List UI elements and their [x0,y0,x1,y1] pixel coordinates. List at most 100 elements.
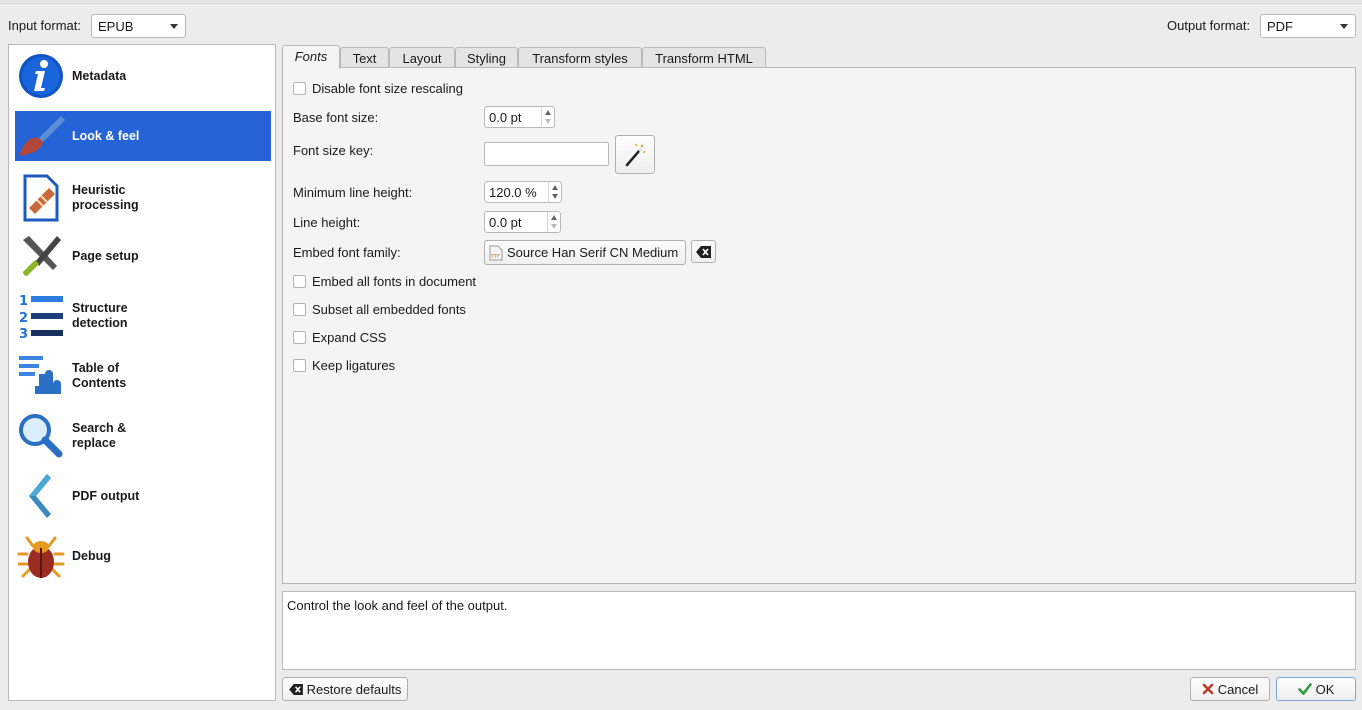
output-format-value: PDF [1267,19,1293,34]
checkmark-icon [1297,683,1312,695]
output-format-select[interactable]: PDF [1260,14,1356,38]
spinbox-arrows[interactable] [550,184,559,200]
sidebar-item-pdf-output[interactable]: PDF output [15,471,271,521]
input-format-label: Input format: [8,18,81,33]
numbered-list-icon: 1 23 [15,291,67,341]
arrow-down-icon[interactable] [552,194,558,199]
restore-defaults-label: Restore defaults [306,681,402,697]
svg-text:2: 2 [19,311,28,326]
heuristic-doc-icon [15,173,67,223]
tab-transform-styles[interactable]: Transform styles [518,47,642,68]
spinbox-value: 0.0 pt [489,215,522,230]
output-format-label: Output format: [1167,18,1251,33]
sidebar: Metadata Look & feel Heuristic processin… [8,44,276,701]
checkbox-box[interactable] [293,82,306,95]
checkbox-box[interactable] [293,303,306,316]
magic-wand-icon [625,143,645,166]
disable-font-rescaling-checkbox[interactable]: Disable font size rescaling [293,81,463,96]
keep-ligatures-checkbox[interactable]: Keep ligatures [293,358,395,373]
clear-icon [288,683,303,695]
sidebar-item-label: Metadata [72,68,127,83]
input-format-value: EPUB [98,19,134,34]
checkbox-box[interactable] [293,275,306,288]
sidebar-item-label: Debug [72,548,111,563]
window-top-border [0,0,1362,4]
tab-styling[interactable]: Styling [455,47,518,68]
checkbox-label: Expand CSS [312,330,387,345]
font-size-key-label: Font size key: [293,143,374,158]
sidebar-item-table-of-contents[interactable]: Table of Contents [15,351,271,401]
sidebar-item-heuristic-processing[interactable]: Heuristic processing [15,173,271,223]
minimum-line-height-spinbox[interactable]: 120.0 % [484,181,562,203]
sidebar-item-label: Heuristic processing [72,183,139,212]
embed-font-family-value: Source Han Serif CN Medium [507,245,679,260]
font-size-wizard-button[interactable] [615,135,655,174]
checkbox-label: Embed all fonts in document [312,274,477,289]
embed-font-family-label: Embed font family: [293,245,401,260]
sidebar-item-label: PDF output [72,488,140,503]
ok-button[interactable]: OK [1276,677,1356,701]
checkbox-box[interactable] [293,331,306,344]
sidebar-item-page-setup[interactable]: Page setup [15,231,271,281]
font-size-key-input[interactable] [484,142,609,166]
expand-css-checkbox[interactable]: Expand CSS [293,330,386,345]
subset-embedded-fonts-checkbox[interactable]: Subset all embedded fonts [293,302,466,317]
toc-pointer-icon [15,351,67,401]
checkbox-label: Keep ligatures [312,358,396,373]
sidebar-item-structure-detection[interactable]: 1 23 Structure detection [15,291,271,341]
sidebar-item-label: Structure detection [72,301,128,330]
spinbox-arrows[interactable] [549,214,558,230]
arrow-down-icon[interactable] [545,119,551,124]
cancel-label: Cancel [1217,681,1259,697]
embed-font-family-button[interactable]: TTF Source Han Serif CN Medium [484,240,686,265]
clear-font-family-button[interactable] [691,240,716,263]
magnifier-icon [15,411,67,461]
checkbox-label: Subset all embedded fonts [312,302,466,317]
arrow-up-icon[interactable] [545,110,551,115]
spinbox-divider [541,107,542,127]
checkbox-box[interactable] [293,359,306,372]
ok-label: OK [1315,681,1335,697]
tools-icon [15,231,67,281]
tab-transform-html[interactable]: Transform HTML [642,47,766,68]
tab-text[interactable]: Text [340,47,389,68]
bug-icon [15,531,67,581]
spinbox-arrows[interactable] [543,109,552,125]
restore-defaults-button[interactable]: Restore defaults [282,677,408,701]
brush-icon [15,111,67,161]
sidebar-item-label: Table of Contents [72,361,127,390]
help-description: Control the look and feel of the output. [282,591,1356,670]
svg-text:3: 3 [19,327,28,340]
svg-text:1: 1 [19,294,28,309]
arrow-down-icon[interactable] [551,224,557,229]
arrow-up-icon[interactable] [551,215,557,220]
clear-icon [695,245,711,258]
svg-text:TTF: TTF [490,254,500,260]
tab-layout[interactable]: Layout [389,47,455,68]
line-height-spinbox[interactable]: 0.0 pt [484,211,561,233]
info-icon [15,51,67,101]
base-font-size-label: Base font size: [293,110,379,125]
sidebar-item-label: Search & replace [72,421,127,450]
spinbox-divider [547,212,548,232]
font-file-icon: TTF [489,245,503,260]
checkbox-label: Disable font size rescaling [312,81,464,96]
sidebar-item-search-and-replace[interactable]: Search & replace [15,411,271,461]
close-icon [1202,683,1214,695]
line-height-label: Line height: [293,215,361,230]
spinbox-value: 120.0 % [489,185,537,200]
sidebar-item-look-and-feel[interactable]: Look & feel [15,111,271,161]
spinbox-value: 0.0 pt [489,110,522,125]
spinbox-divider [548,182,549,202]
cancel-button[interactable]: Cancel [1190,677,1270,701]
embed-all-fonts-checkbox[interactable]: Embed all fonts in document [293,274,476,289]
chevron-down-icon [1340,24,1348,29]
minimum-line-height-label: Minimum line height: [293,185,413,200]
base-font-size-spinbox[interactable]: 0.0 pt [484,106,555,128]
arrow-up-icon[interactable] [552,185,558,190]
input-format-select[interactable]: EPUB [91,14,186,38]
sidebar-item-label: Page setup [72,248,139,263]
sidebar-item-debug[interactable]: Debug [15,531,271,581]
tab-fonts[interactable]: Fonts [282,45,340,69]
sidebar-item-metadata[interactable]: Metadata [15,51,271,101]
